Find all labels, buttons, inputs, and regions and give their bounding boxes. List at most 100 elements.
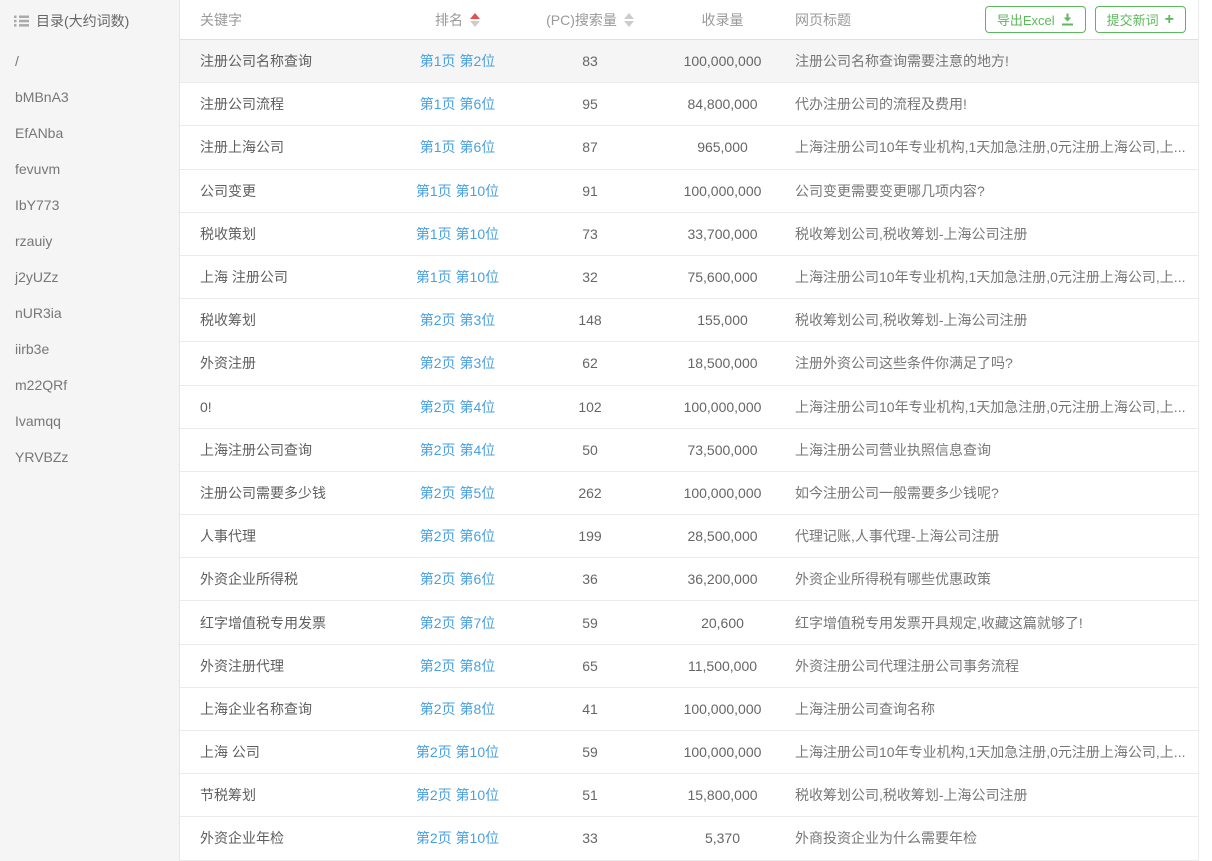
- indexed-cell: 100,000,000: [660, 399, 785, 415]
- rank-link[interactable]: 第2页 第4位: [420, 399, 495, 415]
- table-body: 注册公司名称查询 第1页 第2位 83 100,000,000 注册公司名称查询…: [180, 40, 1198, 861]
- page-title-cell: 红字增值税专用发票开具规定,收藏这篇就够了!: [785, 613, 1198, 633]
- sidebar-directory-item[interactable]: m22QRf: [0, 367, 179, 403]
- sidebar-directory-item[interactable]: rzauiy: [0, 223, 179, 259]
- table-row: 节税筹划 第2页 第10位 51 15,800,000 税收筹划公司,税收筹划-…: [180, 774, 1198, 817]
- page-title-cell: 外商投资企业为什么需要年检: [785, 828, 1198, 848]
- rank-link[interactable]: 第2页 第8位: [420, 701, 495, 717]
- search-volume-cell: 199: [520, 528, 660, 544]
- sort-icon-rank[interactable]: [470, 13, 480, 27]
- rank-cell: 第2页 第4位: [395, 397, 520, 417]
- rank-link[interactable]: 第2页 第5位: [420, 485, 495, 501]
- page-title-cell: 代办注册公司的流程及费用!: [785, 94, 1198, 114]
- rank-link[interactable]: 第1页 第6位: [420, 96, 495, 112]
- rank-cell: 第2页 第3位: [395, 353, 520, 373]
- rank-link[interactable]: 第2页 第10位: [416, 830, 499, 846]
- rank-link[interactable]: 第1页 第10位: [416, 183, 499, 199]
- rank-cell: 第2页 第10位: [395, 785, 520, 805]
- column-header-search-volume-label: (PC)搜索量: [546, 10, 617, 30]
- indexed-cell: 33,700,000: [660, 226, 785, 242]
- page-title-cell: 外资企业所得税有哪些优惠政策: [785, 569, 1198, 589]
- rank-link[interactable]: 第1页 第2位: [420, 53, 495, 69]
- search-volume-cell: 83: [520, 53, 660, 69]
- indexed-cell: 15,800,000: [660, 787, 785, 803]
- export-excel-button[interactable]: 导出Excel: [985, 6, 1086, 33]
- search-volume-cell: 73: [520, 226, 660, 242]
- rank-link[interactable]: 第1页 第10位: [416, 226, 499, 242]
- rank-link[interactable]: 第1页 第6位: [420, 139, 495, 155]
- keyword-cell: 人事代理: [180, 526, 395, 546]
- sort-icon-search-volume[interactable]: [624, 13, 634, 27]
- rank-cell: 第1页 第10位: [395, 224, 520, 244]
- page-title-cell: 上海注册公司查询名称: [785, 699, 1198, 719]
- rank-link[interactable]: 第2页 第7位: [420, 615, 495, 631]
- rank-cell: 第1页 第10位: [395, 181, 520, 201]
- plus-icon: +: [1165, 12, 1174, 28]
- rank-link[interactable]: 第2页 第6位: [420, 528, 495, 544]
- rank-link[interactable]: 第2页 第3位: [420, 312, 495, 328]
- download-icon: [1061, 13, 1074, 26]
- sidebar-directory-item[interactable]: EfANba: [0, 115, 179, 151]
- indexed-cell: 20,600: [660, 615, 785, 631]
- indexed-cell: 100,000,000: [660, 183, 785, 199]
- table-row: 红字增值税专用发票 第2页 第7位 59 20,600 红字增值税专用发票开具规…: [180, 601, 1198, 644]
- keyword-cell: 税收筹划: [180, 310, 395, 330]
- search-volume-cell: 87: [520, 139, 660, 155]
- keyword-cell: 上海 公司: [180, 742, 395, 762]
- sidebar-directory-item[interactable]: j2yUZz: [0, 259, 179, 295]
- rank-cell: 第1页 第6位: [395, 94, 520, 114]
- rank-link[interactable]: 第2页 第10位: [416, 787, 499, 803]
- keyword-cell: 注册上海公司: [180, 137, 395, 157]
- toolbar: 导出Excel 提交新词 +: [985, 6, 1186, 33]
- sidebar-directory-item[interactable]: nUR3ia: [0, 295, 179, 331]
- search-volume-cell: 36: [520, 571, 660, 587]
- indexed-cell: 11,500,000: [660, 658, 785, 674]
- directory-list: / bMBnA3 EfANba fevuvm IbY773 rzauiy j2y…: [0, 43, 179, 475]
- indexed-cell: 75,600,000: [660, 269, 785, 285]
- sidebar-directory-item[interactable]: /: [0, 43, 179, 79]
- rank-link[interactable]: 第2页 第4位: [420, 442, 495, 458]
- sidebar-directory-item[interactable]: fevuvm: [0, 151, 179, 187]
- rank-cell: 第1页 第2位: [395, 51, 520, 71]
- rank-cell: 第2页 第3位: [395, 310, 520, 330]
- table-row: 外资注册 第2页 第3位 62 18,500,000 注册外资公司这些条件你满足…: [180, 342, 1198, 385]
- rank-link[interactable]: 第2页 第8位: [420, 658, 495, 674]
- page-title-cell: 上海注册公司营业执照信息查询: [785, 440, 1198, 460]
- column-header-search-volume[interactable]: (PC)搜索量: [520, 10, 660, 30]
- submit-new-words-button[interactable]: 提交新词 +: [1095, 6, 1186, 33]
- rank-link[interactable]: 第2页 第3位: [420, 355, 495, 371]
- keyword-cell: 注册公司需要多少钱: [180, 483, 395, 503]
- keyword-rank-page: 目录(大约词数) / bMBnA3 EfANba fevuvm IbY773 r…: [0, 0, 1212, 861]
- search-volume-cell: 59: [520, 615, 660, 631]
- column-header-rank[interactable]: 排名: [395, 10, 520, 30]
- keyword-cell: 上海注册公司查询: [180, 440, 395, 460]
- indexed-cell: 100,000,000: [660, 701, 785, 717]
- sidebar-directory-item[interactable]: iirb3e: [0, 331, 179, 367]
- rank-cell: 第2页 第10位: [395, 828, 520, 848]
- table-row: 上海注册公司查询 第2页 第4位 50 73,500,000 上海注册公司营业执…: [180, 429, 1198, 472]
- keyword-cell: 注册公司名称查询: [180, 51, 395, 71]
- rank-cell: 第1页 第6位: [395, 137, 520, 157]
- page-title-cell: 上海注册公司10年专业机构,1天加急注册,0元注册上海公司,上...: [785, 397, 1198, 417]
- page-title-cell: 上海注册公司10年专业机构,1天加急注册,0元注册上海公司,上...: [785, 267, 1198, 287]
- indexed-cell: 100,000,000: [660, 53, 785, 69]
- rank-cell: 第2页 第8位: [395, 699, 520, 719]
- rank-link[interactable]: 第2页 第6位: [420, 571, 495, 587]
- table-row: 外资注册代理 第2页 第8位 65 11,500,000 外资注册公司代理注册公…: [180, 645, 1198, 688]
- search-volume-cell: 41: [520, 701, 660, 717]
- indexed-cell: 100,000,000: [660, 485, 785, 501]
- rank-link[interactable]: 第2页 第10位: [416, 744, 499, 760]
- page-title-cell: 公司变更需要变更哪几项内容?: [785, 181, 1198, 201]
- sidebar-directory-item[interactable]: Ivamqq: [0, 403, 179, 439]
- indexed-cell: 28,500,000: [660, 528, 785, 544]
- search-volume-cell: 33: [520, 830, 660, 846]
- sidebar-directory-item[interactable]: bMBnA3: [0, 79, 179, 115]
- rank-link[interactable]: 第1页 第10位: [416, 269, 499, 285]
- sidebar-directory-item[interactable]: IbY773: [0, 187, 179, 223]
- keyword-cell: 0!: [180, 399, 395, 415]
- sidebar-directory-item[interactable]: YRVBZz: [0, 439, 179, 475]
- list-icon: [14, 15, 29, 27]
- keyword-cell: 外资注册: [180, 353, 395, 373]
- table-row: 注册公司需要多少钱 第2页 第5位 262 100,000,000 如今注册公司…: [180, 472, 1198, 515]
- table-row: 上海 公司 第2页 第10位 59 100,000,000 上海注册公司10年专…: [180, 731, 1198, 774]
